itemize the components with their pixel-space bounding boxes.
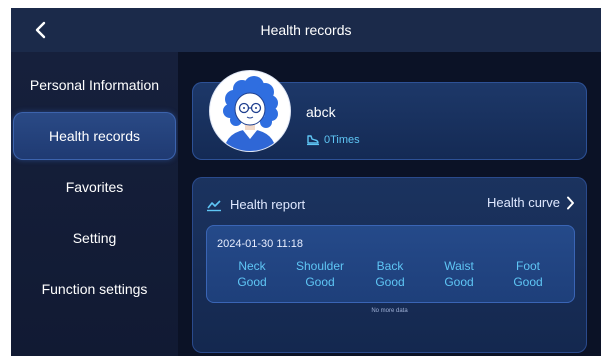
- profile-card: abck 0Times: [192, 71, 587, 160]
- metric-back: Back Good: [360, 259, 420, 290]
- page-title: Health records: [260, 22, 352, 38]
- usage-times: 0Times: [306, 134, 360, 146]
- metric-name: Neck: [238, 259, 266, 273]
- back-button[interactable]: [29, 18, 53, 42]
- sidebar: Personal Information Health records Favo…: [11, 52, 178, 356]
- sidebar-item-label: Health records: [48, 128, 141, 144]
- sidebar-item-health-records[interactable]: Health records: [13, 112, 176, 160]
- metric-value: Good: [513, 275, 543, 289]
- chevron-left-icon: [35, 21, 46, 39]
- header-bar: Health records: [11, 8, 601, 52]
- metric-value: Good: [375, 275, 405, 289]
- no-more-data-text: No more data: [371, 308, 408, 314]
- username: abck: [306, 104, 336, 120]
- metric-waist: Waist Good: [429, 259, 489, 290]
- sidebar-item-personal-information[interactable]: Personal Information: [11, 60, 178, 110]
- report-header: Health report: [206, 197, 305, 212]
- metric-name: Shoulder: [295, 259, 345, 273]
- metric-value: Good: [444, 275, 474, 289]
- health-curve-link[interactable]: Health curve: [487, 195, 575, 210]
- metric-neck: Neck Good: [222, 259, 282, 290]
- main-content: abck 0Times Health report Health curve 2…: [178, 52, 601, 356]
- sidebar-item-favorites[interactable]: Favorites: [11, 162, 178, 212]
- shoe-icon: [307, 135, 319, 146]
- metric-value: Good: [237, 275, 267, 289]
- metric-value: Good: [305, 275, 335, 289]
- health-curve-label: Health curve: [487, 195, 560, 210]
- metric-name: Foot: [515, 259, 540, 273]
- chevron-right-icon: [567, 196, 574, 209]
- avatar-icon: [223, 76, 278, 151]
- times-count: 0Times: [324, 134, 360, 146]
- app-window: Health records Personal Information Heal…: [11, 8, 601, 356]
- health-report-card: Health report Health curve 2024-01-30 11…: [192, 177, 587, 353]
- sidebar-item-label: Setting: [72, 230, 117, 246]
- sidebar-item-function-settings[interactable]: Function settings: [11, 264, 178, 314]
- record-date: 2024-01-30 11:18: [217, 238, 304, 250]
- metric-shoulder: Shoulder Good: [290, 259, 350, 290]
- health-record-item[interactable]: 2024-01-30 11:18 Neck Good Shoulder Good…: [206, 225, 575, 303]
- line-chart-icon: [207, 199, 221, 211]
- report-title: Health report: [230, 197, 306, 212]
- avatar[interactable]: [210, 71, 290, 151]
- sidebar-item-label: Personal Information: [29, 77, 160, 93]
- metric-foot: Foot Good: [498, 259, 558, 290]
- metric-name: Waist: [444, 259, 474, 273]
- sidebar-item-label: Function settings: [41, 281, 148, 297]
- sidebar-item-setting[interactable]: Setting: [11, 213, 178, 263]
- sidebar-item-label: Favorites: [65, 179, 124, 195]
- metric-name: Back: [376, 259, 404, 273]
